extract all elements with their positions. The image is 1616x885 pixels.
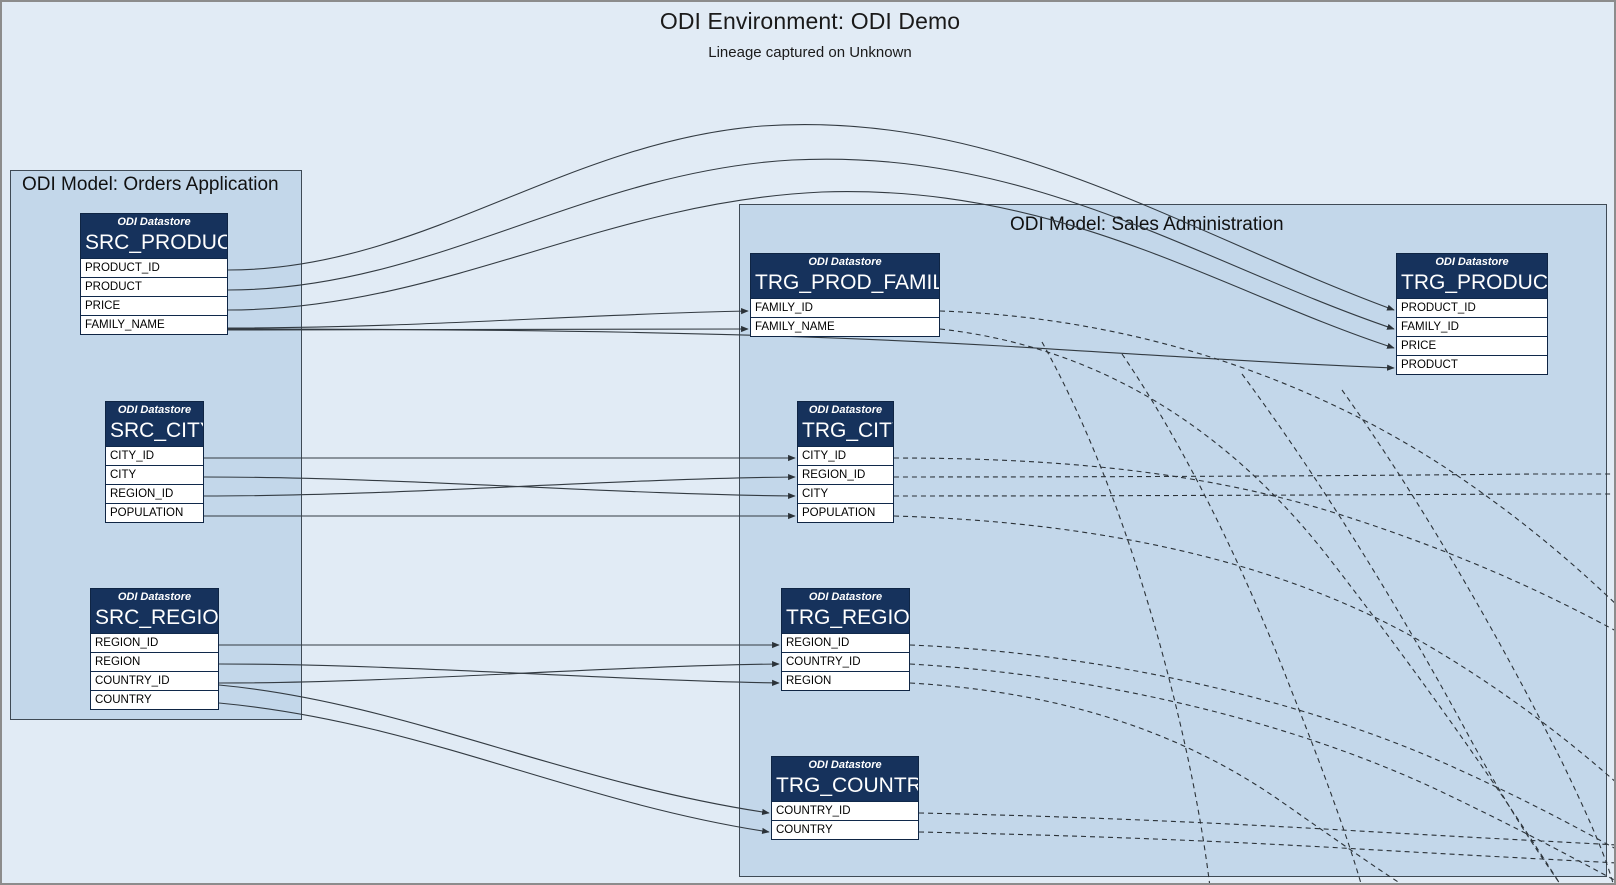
datastore-src-product[interactable]: ODI DatastoreSRC_PRODUCTPRODUCT_IDPRODUC…	[80, 213, 228, 335]
datastore-column-list: REGION_ID REGION COUNTRY_ID COUNTRY	[91, 633, 218, 709]
lineage-edge	[218, 663, 780, 686]
datastore-kind-label: ODI Datastore	[772, 757, 918, 774]
datastore-column[interactable]: REGION_ID	[798, 465, 893, 484]
datastore-column[interactable]: REGION_ID	[91, 633, 218, 652]
datastore-kind-label: ODI Datastore	[798, 402, 893, 419]
datastore-kind-label: ODI Datastore	[782, 589, 909, 606]
lineage-edge	[227, 308, 749, 329]
datastore-column[interactable]: COUNTRY	[91, 690, 218, 709]
datastore-column[interactable]: POPULATION	[106, 503, 203, 522]
datastore-column[interactable]: COUNTRY_ID	[91, 671, 218, 690]
datastore-trg-prod-family[interactable]: ODI Datastore TRG_PROD_FAMILY FAMILY_ID FAM…	[750, 253, 940, 337]
datastore-kind-label: ODI Datastore	[106, 402, 203, 419]
datastore-column[interactable]: CITY_ID	[798, 446, 893, 465]
datastore-name: TRG_COUNTRY	[772, 774, 918, 801]
datastore-column[interactable]: FAMILY_ID	[751, 298, 939, 317]
datastore-column[interactable]: PRICE	[1397, 336, 1547, 355]
datastore-trg-region[interactable]: ODI DatastoreTRG_REGIONREGION_IDCOUNTRY_…	[781, 588, 910, 691]
datastore-column[interactable]: REGION_ID	[782, 633, 909, 652]
datastore-kind-label: ODI Datastore	[751, 254, 939, 271]
datastore-column[interactable]: FAMILY_NAME	[81, 315, 227, 334]
datastore-trg-country[interactable]: ODI DatastoreTRG_COUNTRYCOUNTRY_IDCOUNTR…	[771, 756, 919, 840]
datastore-name: SRC_PRODUCT	[81, 231, 227, 258]
datastore-name: TRG_REGION	[782, 606, 909, 633]
datastore-kind-label: ODI Datastore	[91, 589, 218, 606]
datastore-column[interactable]: PRODUCT	[1397, 355, 1547, 374]
datastore-name: TRG_PRODUCT	[1397, 271, 1547, 298]
datastore-column[interactable]: PRICE	[81, 296, 227, 315]
model-title-orders-application: ODI Model: Orders Application	[22, 174, 279, 195]
datastore-column-list: CITY_ID CITY REGION_ID POPULATION	[106, 446, 203, 522]
model-title-sales-administration: ODI Model: Sales Administration	[1010, 214, 1284, 235]
datastore-column[interactable]: PRODUCT	[81, 277, 227, 296]
datastore-column[interactable]: CITY	[106, 465, 203, 484]
datastore-column[interactable]: POPULATION	[798, 503, 893, 522]
datastore-column-list: PRODUCT_ID FAMILY_ID PRICE PRODUCT	[1397, 298, 1547, 374]
datastore-src-region[interactable]: ODI DatastoreSRC_REGIONREGION_IDREGIONCO…	[90, 588, 219, 710]
datastore-column-list: COUNTRY_ID COUNTRY	[772, 801, 918, 839]
datastore-column-list: PRODUCT_ID PRODUCT PRICE FAMILY_NAME	[81, 258, 227, 334]
datastore-column[interactable]: PRODUCT_ID	[1397, 298, 1547, 317]
lineage-edge	[218, 702, 770, 834]
datastore-column[interactable]: REGION	[782, 671, 909, 690]
datastore-column-list: CITY_ID REGION_ID CITY POPULATION	[798, 446, 893, 522]
datastore-column[interactable]: REGION	[91, 652, 218, 671]
datastore-column[interactable]: COUNTRY_ID	[772, 801, 918, 820]
datastore-trg-city[interactable]: ODI DatastoreTRG_CITYCITY_IDREGION_IDCIT…	[797, 401, 894, 523]
datastore-column[interactable]: PRODUCT_ID	[81, 258, 227, 277]
lineage-edge	[218, 660, 780, 684]
datastore-kind-label: ODI Datastore	[1397, 254, 1547, 271]
datastore-column[interactable]: CITY_ID	[106, 446, 203, 465]
datastore-column[interactable]: CITY	[798, 484, 893, 503]
datastore-column-list: REGION_ID COUNTRY_ID REGION	[782, 633, 909, 690]
datastore-column[interactable]: COUNTRY_ID	[782, 652, 909, 671]
datastore-name: SRC_REGION	[91, 606, 218, 633]
datastore-column[interactable]: COUNTRY	[772, 820, 918, 839]
datastore-name: TRG_CITY	[798, 419, 893, 446]
lineage-canvas: ODI Environment: ODI Demo Lineage captur…	[0, 0, 1616, 885]
datastore-kind-label: ODI Datastore	[81, 214, 227, 231]
datastore-column-list: FAMILY_ID FAMILY_NAME	[751, 298, 939, 336]
lineage-edge	[227, 325, 749, 333]
datastore-name: SRC_CITY	[106, 419, 203, 446]
datastore-column[interactable]: FAMILY_NAME	[751, 317, 939, 336]
datastore-src-city[interactable]: ODI DatastoreSRC_CITYCITY_IDCITYREGION_I…	[105, 401, 204, 523]
datastore-column[interactable]: REGION_ID	[106, 484, 203, 503]
datastore-column[interactable]: FAMILY_ID	[1397, 317, 1547, 336]
datastore-trg-product[interactable]: ODI Datastore TRG_PRODUCT PRODUCT_ID FAMILY…	[1396, 253, 1548, 375]
datastore-name: TRG_PROD_FAMILY	[751, 271, 939, 298]
page-title: ODI Environment: ODI Demo	[659, 8, 961, 34]
page-subtitle: Lineage captured on Unknown	[708, 44, 912, 61]
